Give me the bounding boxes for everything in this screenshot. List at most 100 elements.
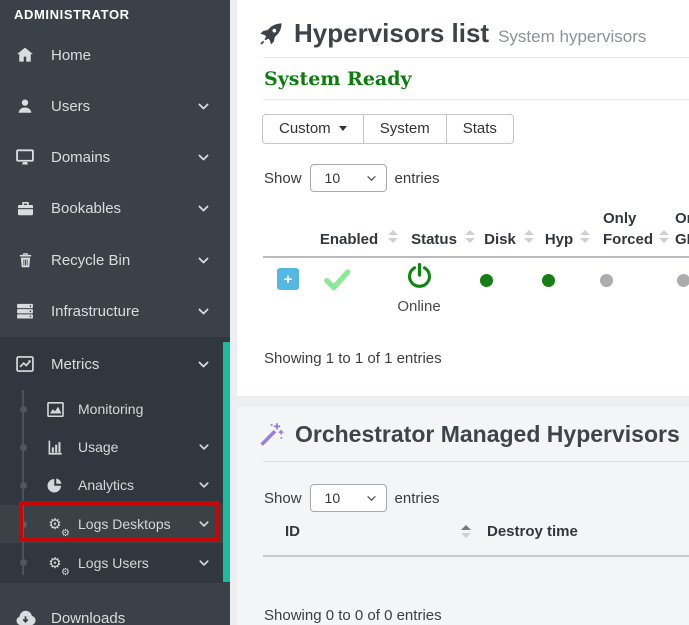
only-gpus-status-dot [677,274,689,287]
system-status-message: System Ready [264,68,412,90]
sidebar-item-metrics[interactable]: Metrics [0,340,230,388]
header-label: Only GPUs [675,208,689,252]
entries-pager: Show 10 entries [264,164,440,192]
orchestrator-title: Orchestrator Managed Hypervisors [295,421,680,448]
disk-status-dot [480,274,493,287]
sidebar-item-infrastructure[interactable]: Infrastructure [0,287,230,335]
sidebar-subitem-usage[interactable]: Usage [0,428,230,466]
status-label: Online [389,298,449,315]
header-label: Hyp [540,229,578,251]
status-cell: Online [389,262,449,315]
sidebar-item-label: Metrics [51,356,197,373]
table-summary: Showing 1 to 1 of 1 entries [264,350,442,367]
sidebar-item-label: Domains [51,149,197,166]
red-highlight-box [19,501,220,542]
sidebar-item-label: Bookables [51,200,197,217]
sidebar-item-domains[interactable]: Domains [0,133,230,181]
column-header-disk[interactable]: Disk [478,203,534,255]
chevron-down-icon [197,305,210,318]
caret-down-icon [339,126,347,131]
sidebar-item-home[interactable]: Home [0,31,230,79]
stats-tab-button[interactable]: Stats [446,114,514,144]
pie-chart-icon [44,474,66,496]
sort-icon [659,230,669,243]
area-chart-icon [44,398,66,420]
enabled-check-icon [322,264,352,294]
entries-select[interactable]: 10 [310,164,387,192]
table-summary: Showing 0 to 0 of 0 entries [264,607,442,624]
tab-label: System [380,120,430,137]
header-label: Destroy time [487,523,578,540]
custom-tab-button[interactable]: Custom [262,114,364,144]
entries-label: entries [395,170,440,187]
entries-select-value: 10 [325,490,341,506]
sort-icon [524,230,534,243]
column-header-only-forced[interactable]: Only Forced [603,203,669,255]
sort-icon-ascending [461,525,471,538]
page-title: Hypervisors list [294,18,489,49]
magic-wand-icon [258,422,284,448]
sidebar-item-downloads[interactable]: Downloads [0,594,230,625]
show-label: Show [264,170,302,187]
sidebar-item-label: Infrastructure [51,303,197,320]
chevron-down-icon [197,358,210,371]
sidebar-item-label: Users [51,98,197,115]
sidebar-subitem-monitoring[interactable]: Monitoring [0,390,230,428]
sidebar-subitem-label: Analytics [78,477,198,493]
chevron-down-icon [197,151,210,164]
hypervisors-header: Hypervisors list System hypervisors [258,18,646,49]
hyp-status-dot [542,274,555,287]
hypervisors-card: Hypervisors list System hypervisors Syst… [237,0,689,396]
chevron-down-icon [197,202,210,215]
expand-row-button[interactable]: + [277,268,299,290]
column-header-enabled[interactable]: Enabled [312,203,398,255]
divider [263,461,689,462]
sidebar-scrollbar-thumb[interactable] [223,342,230,582]
bar-chart-icon [44,436,66,458]
sidebar-subitem-label: Monitoring [78,401,210,417]
briefcase-icon [14,197,36,219]
divider [263,99,689,100]
entries-label: entries [395,490,440,507]
sidebar-subitem-logs-users[interactable]: ⚙⚙ Logs Users [0,544,230,582]
home-icon [14,44,36,66]
sidebar-item-recycle-bin[interactable]: Recycle Bin [0,236,230,284]
system-tab-button[interactable]: System [363,114,447,144]
column-header-destroy-time[interactable]: Destroy time [487,523,578,540]
tab-label: Custom [279,120,331,137]
header-label: ID [285,523,300,540]
server-icon [14,300,36,322]
divider [263,57,689,58]
only-forced-status-dot [600,274,613,287]
column-header-hyp[interactable]: Hyp [540,203,590,255]
sidebar-item-users[interactable]: Users [0,82,230,130]
rocket-icon [258,21,284,47]
chevron-down-icon [197,100,210,113]
desktop-icon [14,146,36,168]
sidebar-subitem-label: Usage [78,439,198,455]
column-header-status[interactable]: Status [405,203,475,255]
gears-icon: ⚙⚙ [44,552,66,574]
column-header-id[interactable]: ID [285,523,471,540]
sort-icon [465,230,475,243]
entries-select[interactable]: 10 [310,484,387,512]
trash-icon [14,249,36,271]
chevron-down-icon [198,441,210,453]
user-icon [14,95,36,117]
header-label: Enabled [312,229,386,251]
sidebar-item-bookables[interactable]: Bookables [0,184,230,232]
column-header-only-gpus[interactable]: Only GPUs [675,203,689,255]
chart-line-icon [14,353,36,375]
header-label: Status [405,229,463,251]
tab-label: Stats [463,120,497,137]
sidebar-subitem-analytics[interactable]: Analytics [0,466,230,504]
show-label: Show [264,490,302,507]
sidebar-item-label: Downloads [51,610,210,625]
sidebar-item-label: Recycle Bin [51,252,197,269]
chevron-down-icon [197,254,210,267]
chevron-down-icon [198,479,210,491]
header-label: Only Forced [603,208,657,252]
sidebar-item-label: Home [51,47,210,64]
table-header-border [263,256,689,258]
sort-icon [580,230,590,243]
